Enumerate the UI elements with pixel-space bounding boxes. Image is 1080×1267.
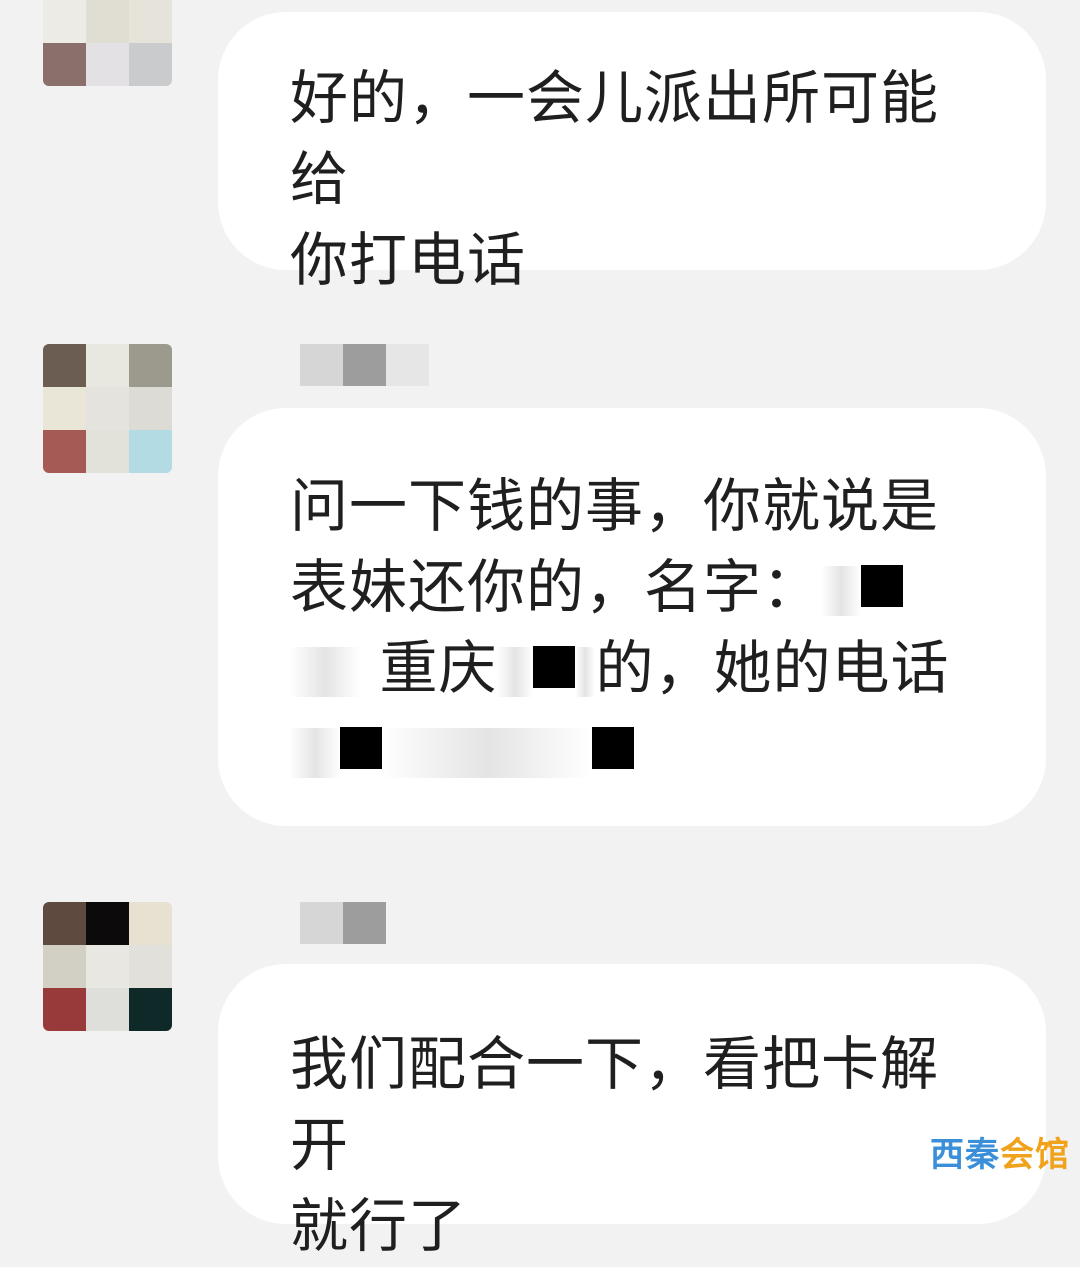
watermark: 西秦会馆 (930, 1135, 1070, 1175)
redaction-block (533, 645, 576, 688)
message-text: 我们配合一下，看把卡解开 就行了 (290, 1030, 940, 1260)
avatar[interactable] (43, 902, 172, 1031)
redaction-block (592, 726, 634, 769)
redaction-block (861, 564, 904, 607)
avatar[interactable] (43, 0, 172, 86)
message-text: 好的，一会儿派出所可能给 你打电话 (290, 64, 940, 294)
redaction-block (340, 726, 382, 769)
message-bubble[interactable]: 问一下钱的事，你就说是 表妹还你的，名字： 重庆 的，她的电话 (218, 408, 1046, 826)
message-text: 问一下钱的事，你就说是 表妹还你的，名字： 重庆 的，她的电话 (290, 466, 980, 790)
sender-name (300, 902, 386, 944)
sender-name (300, 344, 429, 386)
avatar[interactable] (43, 344, 172, 473)
message-bubble[interactable]: 我们配合一下，看把卡解开 就行了 (218, 964, 1046, 1260)
message-bubble[interactable]: 好的，一会儿派出所可能给 你打电话 (218, 12, 1046, 294)
